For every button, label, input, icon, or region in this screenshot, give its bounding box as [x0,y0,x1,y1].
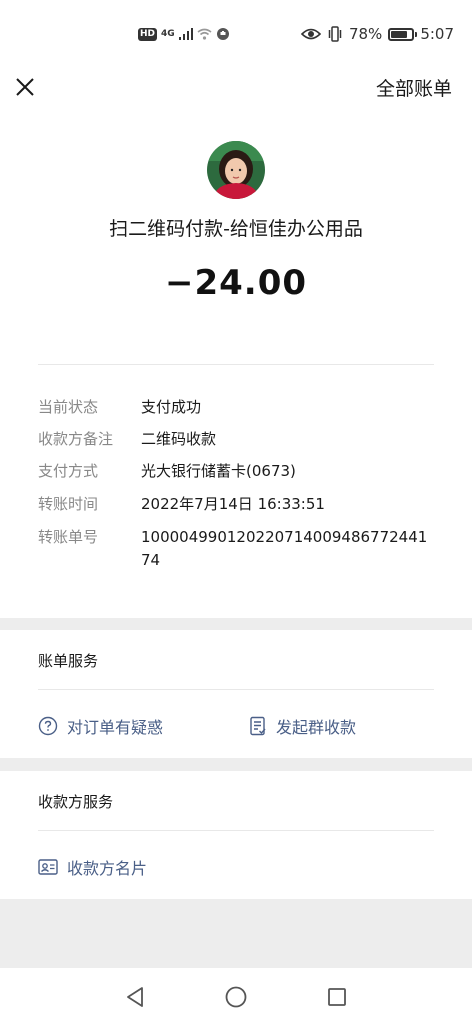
home-button[interactable] [223,984,249,1010]
vibrate-icon [328,26,342,42]
status-bar: HD 4G 78% 5:07 [0,0,472,68]
payee-services-card: 收款方服务 收款方名片 [0,771,472,899]
detail-row-remark: 收款方备注 二维码收款 [38,428,434,451]
avatar-image [207,141,265,199]
hd-badge: HD [138,27,158,41]
all-bills-link[interactable]: 全部账单 [376,74,452,101]
network-label: 4G [161,29,175,39]
detail-value: 支付成功 [141,398,202,416]
contact-card-icon [38,859,58,875]
wifi-icon [197,28,212,40]
system-nav-bar [0,968,472,1024]
top-nav: 全部账单 [0,68,472,108]
detail-row-payment-method: 支付方式 光大银行储蓄卡(0673) [38,460,434,483]
detail-row-transfer-time: 转账时间 2022年7月14日 16:33:51 [38,493,434,516]
divider [38,830,434,831]
payee-title: 扫二维码付款-给恒佳办公用品 [109,218,363,240]
payee-card-link[interactable]: 收款方名片 [38,855,147,879]
recents-button[interactable] [324,984,350,1010]
detail-value[interactable]: 100004990120220714009486772441 74 [141,526,434,572]
divider [38,689,434,690]
detail-label: 转账时间 [38,495,99,513]
battery-percent: 78% [348,25,383,43]
amount: −24.00 [164,263,308,303]
clock-time: 5:07 [420,25,454,43]
group-collect-link[interactable]: 发起群收款 [249,714,356,738]
battery-fill [391,30,407,38]
detail-label: 当前状态 [38,398,99,416]
status-right: 78% 5:07 [300,24,454,44]
recents-square-icon [328,988,346,1006]
payee-avatar[interactable] [207,141,265,199]
transaction-card: 扫二维码付款-给恒佳办公用品 −24.00 当前状态 支付成功 收款方备注 二维… [0,108,472,618]
detail-label: 支付方式 [38,462,99,480]
detail-value: 2022年7月14日 16:33:51 [141,495,325,513]
close-icon [16,78,34,96]
detail-label: 收款方备注 [38,430,114,448]
section-title: 收款方服务 [38,793,114,811]
group-collect-label: 发起群收款 [276,718,357,737]
close-button[interactable] [10,72,40,102]
home-circle-icon [225,986,247,1008]
question-circle-icon [38,716,58,736]
detail-value: 二维码收款 [141,430,217,448]
detail-row-status: 当前状态 支付成功 [38,396,434,419]
divider [38,364,434,365]
section-title: 账单服务 [38,652,99,670]
back-triangle-icon [127,987,143,1007]
bill-services-card: 账单服务 对订单有疑惑 发起群收款 [0,630,472,758]
detail-value: 光大银行储蓄卡(0673) [141,462,296,480]
status-indicators: HD 4G [138,25,230,43]
order-question-link[interactable]: 对订单有疑惑 [38,714,163,738]
document-icon [250,716,266,736]
eye-icon [300,28,321,40]
detail-row-transfer-number: 转账单号 100004990120220714009486772441 74 [38,526,434,572]
signal-icon [178,28,193,40]
payee-card-label: 收款方名片 [67,859,148,878]
battery-icon [388,27,418,41]
detail-label: 转账单号 [38,528,99,546]
order-question-label: 对订单有疑惑 [67,718,164,737]
back-button[interactable] [122,984,148,1010]
notification-icon [216,28,229,40]
